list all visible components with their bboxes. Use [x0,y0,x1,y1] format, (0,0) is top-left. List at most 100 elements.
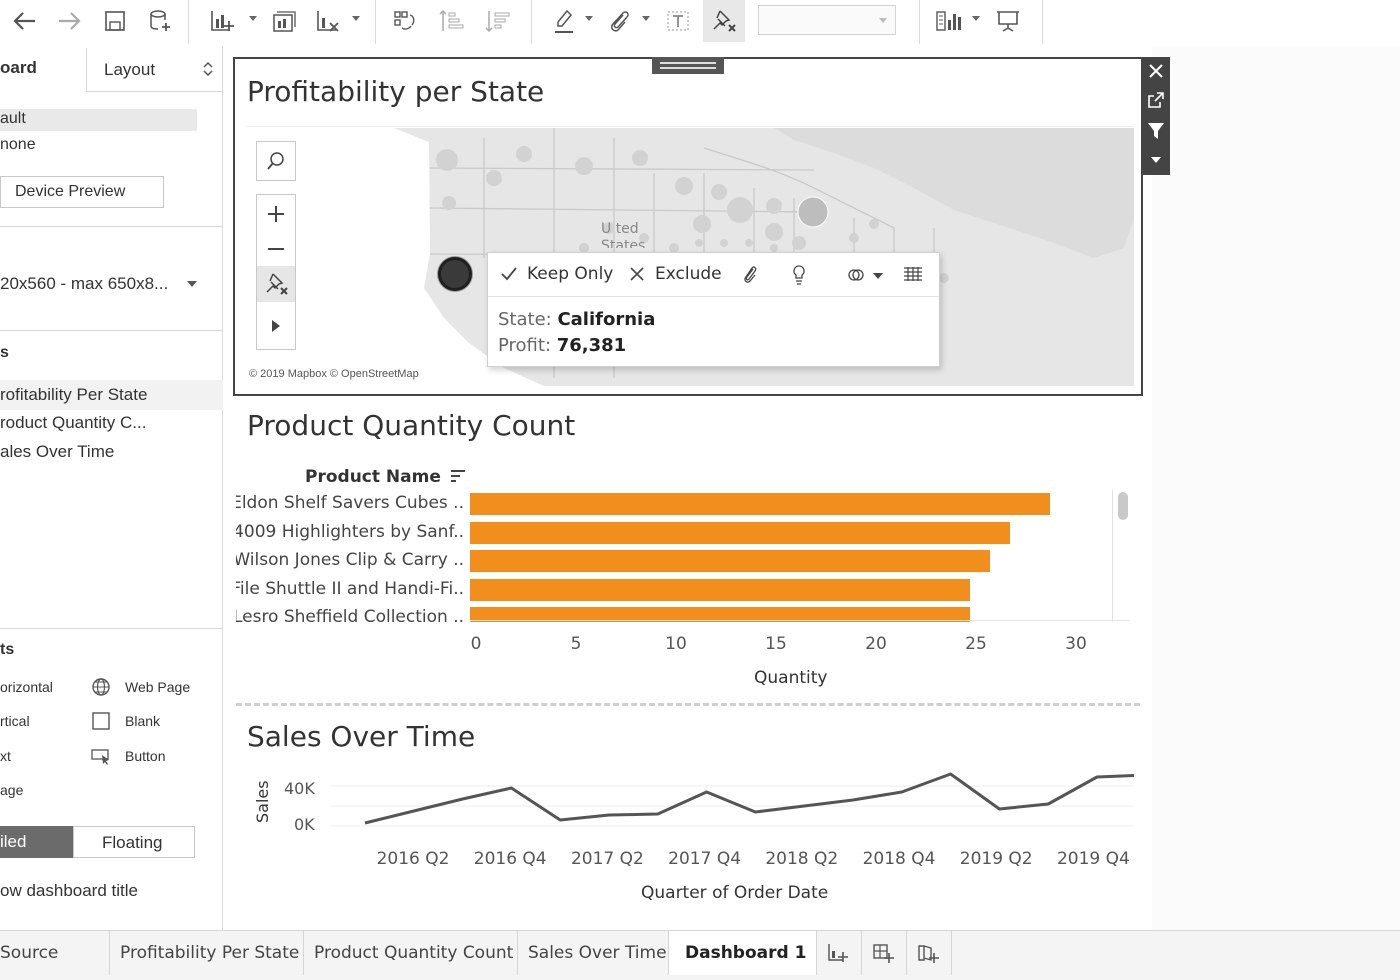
object-web-page[interactable]: Web Page [125,679,190,695]
new-data-source-icon[interactable] [142,4,178,38]
remove-zone-icon[interactable] [1146,61,1166,81]
go-to-sheet-icon[interactable] [1146,90,1166,110]
reset-pin-button[interactable] [256,266,296,302]
object-text[interactable]: xt [0,748,11,764]
fit-dropdown[interactable] [758,5,896,35]
bar[interactable] [470,521,1010,544]
bar-labels: Eldon Shelf Savers Cubes .. 4009 Highligh… [236,490,464,622]
size-default-row[interactable]: ault [0,109,197,131]
object-blank[interactable]: Blank [125,713,160,729]
sheet-item-product-quantity[interactable]: roduct Quantity C... [0,413,146,433]
tab-profitability-per-state[interactable]: Profitability Per State [110,931,304,975]
sheet-item-label: rofitability Per State [0,385,148,404]
device-preview-label: Device Preview [15,183,126,200]
bar-label[interactable]: Wilson Jones Clip & Carry .. [236,550,464,570]
more-options-icon[interactable] [1146,150,1166,170]
tab-data-source[interactable]: Source [0,931,110,975]
clear-sheet-icon[interactable] [310,4,346,38]
back-arrow-icon[interactable] [6,4,42,38]
objects-header: ts [0,641,15,658]
search-icon [267,152,284,170]
map-title: Profitability per State [247,75,545,108]
bar-label[interactable]: File Shuttle II and Handi-Fi.. [236,579,464,599]
product-name-header[interactable]: Product Name [305,467,466,487]
object-horizontal[interactable]: orizontal [0,679,53,695]
sort-ascending-icon[interactable] [434,4,470,38]
floating-toggle[interactable]: Floating [73,826,195,858]
tab-dashboard-1[interactable]: Dashboard 1 [669,931,817,975]
size-range-dropdown[interactable]: 20x560 - max 650x8... [0,274,168,294]
bar[interactable] [470,578,970,601]
show-cards-icon[interactable] [932,4,968,38]
object-button[interactable]: Button [125,748,165,764]
tab-sales-over-time[interactable]: Sales Over Time [518,931,669,975]
new-worksheet-icon[interactable] [204,4,240,38]
explain-data-icon[interactable] [791,264,807,286]
keep-only-button[interactable]: Keep Only [527,264,613,284]
expand-map-toolbar-button[interactable] [256,302,296,350]
tooltip-profit-key: Profit: [498,335,552,356]
highlight-icon[interactable] [546,4,582,38]
duplicate-icon[interactable] [265,4,301,38]
line-y-axis-title: Sales [253,780,272,823]
toolbar [0,0,1400,46]
exclude-button[interactable]: Exclude [655,264,722,284]
bar[interactable] [470,493,1050,515]
x-tick-label: 2019 Q2 [959,849,1033,869]
california-mark[interactable] [438,257,472,291]
sort-descending-icon[interactable] [450,469,466,483]
object-image[interactable]: age [0,782,23,798]
size-phone-label[interactable]: none [0,136,36,154]
tab-label: Source [0,943,59,963]
bar-label[interactable]: Lesro Sheffield Collection .. [236,607,464,622]
sales-line[interactable] [364,772,1134,825]
new-worksheet-tab-button[interactable] [817,931,862,975]
swap-icon[interactable] [387,4,423,38]
new-story-tab-button[interactable] [907,931,952,975]
tooltip-profit-line: Profit: 76,381 [498,335,626,356]
chevron-down-icon[interactable] [873,273,883,279]
y-tick-0k: 0K [294,815,315,834]
tab-product-quantity-count[interactable]: Product Quantity Count [304,931,518,975]
x-tick-label: 2018 Q2 [765,849,839,869]
bar-label[interactable]: 4009 Highlighters by Sanf.. [236,522,464,542]
x-tick-label: 2016 Q2 [376,849,450,869]
create-set-icon[interactable] [847,266,865,284]
pin-clear-icon[interactable] [703,0,745,42]
device-preview-button[interactable]: Device Preview [0,176,164,208]
show-dashboard-title-checkbox[interactable]: ow dashboard title [0,881,138,901]
pin-clear-icon [266,273,288,295]
tab-layout[interactable]: Layout [86,48,223,92]
text-icon[interactable] [660,4,696,38]
chevron-down-icon[interactable] [187,281,197,287]
tab-label: Profitability Per State [120,943,300,963]
zoom-in-button[interactable] [256,194,296,232]
tiled-toggle[interactable]: iled [0,826,73,858]
object-vertical[interactable]: rtical [0,713,30,729]
sheet-item-sales-over-time[interactable]: ales Over Time [0,442,114,462]
zoom-out-button[interactable] [256,232,296,266]
drag-handle[interactable] [652,57,724,74]
plus-icon [268,205,284,222]
forward-arrow-icon[interactable] [52,4,88,38]
floating-label: Floating [102,833,163,852]
view-data-icon[interactable] [903,266,923,282]
tab-dashboard[interactable]: oard [0,58,37,78]
canvas-gutter [1152,46,1400,930]
map-search-button[interactable] [256,141,296,181]
use-as-filter-icon[interactable] [1146,121,1166,141]
sheet-item-profitability[interactable]: rofitability Per State [0,380,223,410]
bar[interactable] [470,550,990,572]
minus-icon [268,248,284,250]
sort-descending-icon[interactable] [480,4,516,38]
bar-label[interactable]: Eldon Shelf Savers Cubes .. [236,493,464,513]
map-attribution[interactable]: © 2019 Mapbox © OpenStreetMap [249,368,419,380]
annotate-icon[interactable] [601,4,637,38]
group-members-icon[interactable] [742,265,758,285]
scrollbar-thumb[interactable] [1118,492,1128,520]
new-dashboard-tab-button[interactable] [862,931,907,975]
tooltip-profit-value: 76,381 [556,335,627,356]
presentation-icon[interactable] [990,4,1026,38]
x-tick-label: 20 [865,634,887,654]
save-icon[interactable] [97,4,133,38]
